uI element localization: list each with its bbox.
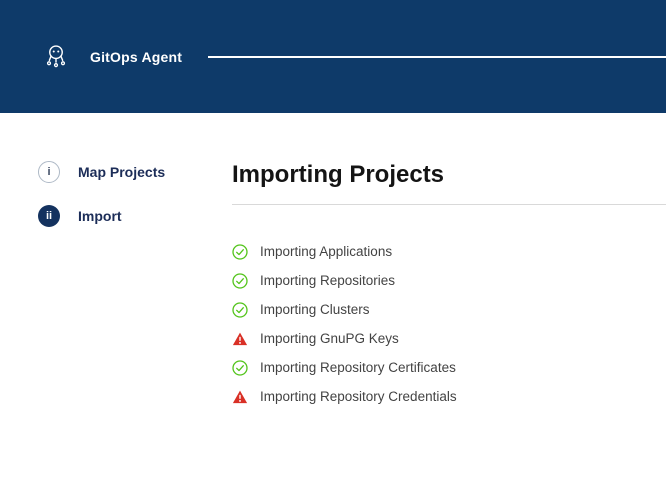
import-status-label: Importing Repository Certificates xyxy=(260,360,456,375)
header-divider xyxy=(208,56,666,58)
error-icon xyxy=(232,389,248,405)
step-number-badge: ii xyxy=(38,205,60,227)
step-import[interactable]: ii Import xyxy=(38,205,232,227)
wizard-steps: i Map Projects ii Import xyxy=(0,161,232,417)
import-status-label: Importing GnuPG Keys xyxy=(260,331,399,346)
import-status-row: Importing GnuPG Keys xyxy=(232,330,666,347)
page-title: Importing Projects xyxy=(232,161,666,189)
app-window: GitOps Agent i Map Projects ii Import Im… xyxy=(0,0,666,483)
import-status-label: Importing Repositories xyxy=(260,273,395,288)
success-icon xyxy=(232,360,248,376)
import-status-row: Importing Applications xyxy=(232,243,666,260)
step-label: Import xyxy=(78,208,122,224)
success-icon xyxy=(232,302,248,318)
success-icon xyxy=(232,244,248,260)
app-header: GitOps Agent xyxy=(0,0,666,113)
step-map-projects[interactable]: i Map Projects xyxy=(38,161,232,183)
error-icon xyxy=(232,331,248,347)
import-status-label: Importing Applications xyxy=(260,244,392,259)
import-status-row: Importing Clusters xyxy=(232,301,666,318)
page-body: i Map Projects ii Import Importing Proje… xyxy=(0,113,666,417)
import-status-label: Importing Clusters xyxy=(260,302,370,317)
import-status-row: Importing Repository Certificates xyxy=(232,359,666,376)
step-label: Map Projects xyxy=(78,164,165,180)
success-icon xyxy=(232,273,248,289)
app-title: GitOps Agent xyxy=(90,49,182,65)
title-divider xyxy=(232,204,666,205)
import-status-row: Importing Repositories xyxy=(232,272,666,289)
main-content: Importing Projects Importing Application… xyxy=(232,161,666,417)
import-status-list: Importing Applications Importing Reposit… xyxy=(232,243,666,405)
step-number-badge: i xyxy=(38,161,60,183)
import-status-row: Importing Repository Credentials xyxy=(232,388,666,405)
octopus-logo-icon xyxy=(38,39,74,75)
import-status-label: Importing Repository Credentials xyxy=(260,389,457,404)
